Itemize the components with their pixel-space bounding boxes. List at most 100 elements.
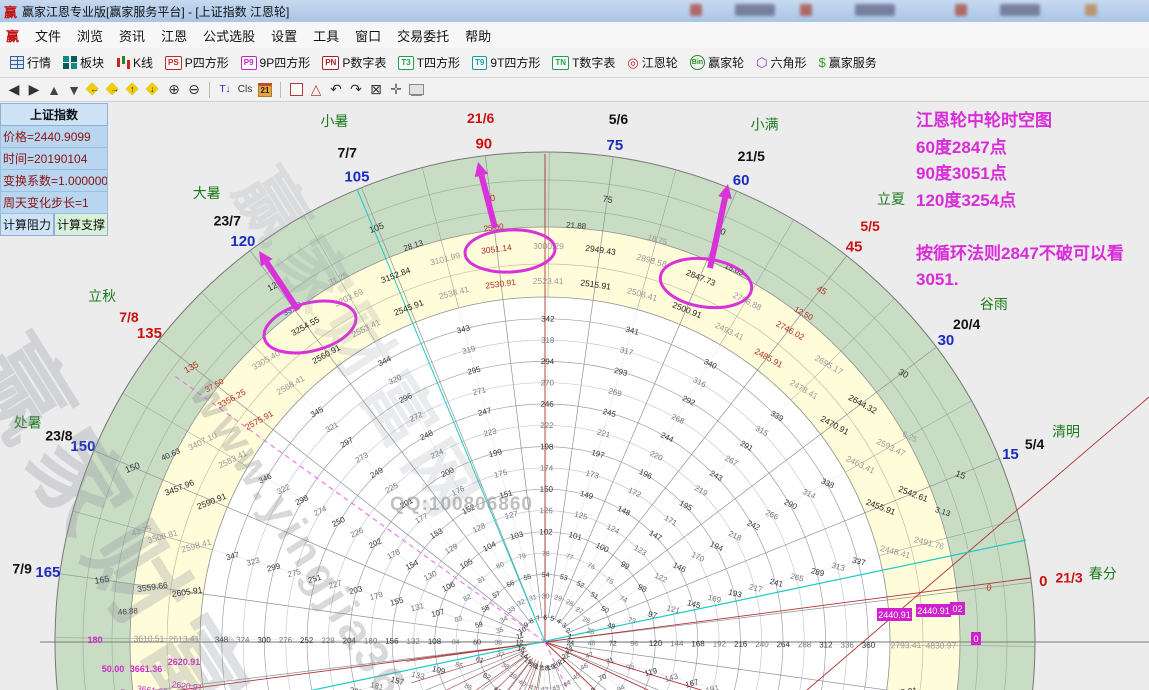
- nav-forward-button[interactable]: ▶: [26, 81, 42, 99]
- menu-item-8[interactable]: 交易委托: [389, 23, 457, 48]
- toolbar-button-赢家轮[interactable]: Bin赢家轮: [684, 50, 750, 75]
- cls-button[interactable]: Cls: [237, 81, 253, 99]
- toolbar-button-行情[interactable]: 行情: [4, 50, 57, 75]
- svg-text:4830.97: 4830.97: [926, 640, 957, 650]
- 六角形-icon: ⬡: [756, 56, 767, 69]
- pan-up-button[interactable]: ◆↑: [126, 82, 142, 98]
- titlebar-artifact: [800, 4, 812, 16]
- svg-text:3610.51: 3610.51: [134, 633, 165, 643]
- svg-text:150: 150: [70, 438, 95, 455]
- menu-item-5[interactable]: 设置: [263, 23, 305, 48]
- svg-text:30: 30: [541, 593, 549, 600]
- toolbar-button-T四方形[interactable]: T3 T四方形: [392, 50, 466, 75]
- delete-box-button[interactable]: ⊠: [368, 81, 384, 99]
- gann-wheel-chart-area[interactable]: 1234567891011121314151617181920212223242…: [0, 102, 1149, 690]
- svg-text:5/5: 5/5: [860, 218, 880, 234]
- svg-text:54: 54: [542, 572, 550, 579]
- PS-badge-icon: PS: [165, 56, 182, 70]
- svg-text:276: 276: [279, 636, 293, 645]
- svg-text:135: 135: [137, 325, 162, 342]
- menu-item-6[interactable]: 工具: [305, 23, 347, 48]
- toolbar-button-板块[interactable]: 板块: [57, 50, 110, 75]
- instrument-info-panel: 上证指数 价格=2440.9099时间=20190104变换系数=1.00000…: [0, 103, 108, 236]
- toolbar-button-赢家服务[interactable]: $赢家服务: [812, 50, 882, 75]
- panel-row-0: 价格=2440.9099: [0, 126, 108, 148]
- nav-up-button[interactable]: ▲: [46, 81, 62, 99]
- note-line: 3051.: [916, 267, 1146, 294]
- rect-tool-button[interactable]: [288, 81, 304, 99]
- svg-text:180: 180: [87, 635, 102, 645]
- titlebar-artifact: [855, 4, 895, 16]
- menu-item-1[interactable]: 浏览: [69, 23, 111, 48]
- 计算支撑-button[interactable]: 计算支撑: [54, 214, 108, 236]
- svg-text:60: 60: [733, 172, 750, 189]
- svg-text:168: 168: [691, 639, 705, 648]
- instrument-name: 上证指数: [0, 103, 108, 126]
- T3-badge-icon: T3: [398, 56, 413, 70]
- toolbar-label: T四方形: [417, 54, 460, 71]
- menu-item-4[interactable]: 公式选股: [195, 23, 263, 48]
- svg-text:6: 6: [543, 615, 547, 622]
- svg-text:342: 342: [541, 314, 555, 323]
- PN-badge-icon: PN: [322, 56, 339, 70]
- svg-text:41: 41: [528, 684, 537, 690]
- svg-text:42: 42: [541, 687, 549, 690]
- toolbar-button-六角形[interactable]: ⬡六角形: [750, 50, 812, 75]
- zoom-in-button[interactable]: ⊕: [166, 81, 182, 99]
- application-window: { "window": {"logo": "赢", "title": "赢家江恩…: [0, 0, 1149, 690]
- toolbar-button-P数字表[interactable]: PNP数字表: [316, 50, 392, 75]
- menu-item-9[interactable]: 帮助: [457, 23, 499, 48]
- pan-right-button[interactable]: ◆→: [106, 82, 122, 98]
- svg-text:21/5: 21/5: [738, 148, 765, 164]
- toolbar-label: P数字表: [342, 54, 386, 71]
- svg-text:246: 246: [540, 400, 554, 409]
- svg-text:240: 240: [755, 640, 769, 649]
- toolbar-separator: [280, 82, 281, 98]
- toolbar-label: T数字表: [572, 54, 615, 71]
- menu-item-3[interactable]: 江恩: [153, 23, 195, 48]
- TN-badge-icon: TN: [552, 56, 569, 70]
- svg-text:90: 90: [475, 136, 492, 153]
- svg-text:春分: 春分: [1089, 566, 1117, 582]
- 计算阻力-button[interactable]: 计算阻力: [0, 214, 54, 236]
- svg-text:174: 174: [540, 464, 554, 473]
- toolbar-button-T数字表[interactable]: TNT数字表: [546, 50, 621, 75]
- svg-text:252: 252: [300, 636, 314, 645]
- nav-back-button[interactable]: ◀: [6, 81, 22, 99]
- toolbar-button-P四方形[interactable]: PSP四方形: [159, 50, 235, 75]
- analyst-note: 江恩轮中轮时空图60度2847点90度3051点120度3254点 按循环法则2…: [916, 108, 1146, 294]
- svg-text:0: 0: [973, 634, 978, 644]
- svg-text:132: 132: [406, 637, 420, 646]
- rotate-ccw-button[interactable]: ↶: [328, 81, 344, 99]
- toolbar-label: 江恩轮: [642, 54, 678, 71]
- pan-down-button[interactable]: ◆↓: [146, 82, 162, 98]
- svg-text:46.88: 46.88: [118, 606, 139, 617]
- nav-down-button[interactable]: ▼: [66, 81, 82, 99]
- svg-text:3661.36: 3661.36: [130, 664, 163, 674]
- triangle-tool-button[interactable]: △: [308, 81, 324, 99]
- pan-left-button[interactable]: ◆←: [86, 82, 102, 98]
- svg-text:300: 300: [257, 635, 271, 644]
- rotate-cw-button[interactable]: ↷: [348, 81, 364, 99]
- svg-text:96: 96: [630, 641, 638, 648]
- presentation-button[interactable]: [408, 81, 424, 99]
- menu-item-2[interactable]: 资讯: [111, 23, 153, 48]
- toolbar-label: 9P四方形: [260, 54, 311, 71]
- toolbar-label: 9T四方形: [490, 54, 540, 71]
- center-cross-button[interactable]: ✛: [388, 81, 404, 99]
- svg-text:75: 75: [602, 194, 613, 205]
- 江恩轮-icon: ◎: [627, 56, 638, 69]
- toolbar-button-江恩轮[interactable]: ◎ 江恩轮: [621, 50, 683, 75]
- svg-text:216: 216: [734, 640, 748, 649]
- toolbar-button-9P四方形[interactable]: P99P四方形: [235, 50, 316, 75]
- toolbar-button-K线[interactable]: K线: [110, 50, 159, 75]
- t-down-button[interactable]: T↓: [217, 81, 233, 99]
- toolbar-button-9T四方形[interactable]: T99T四方形: [466, 50, 546, 75]
- svg-text:75: 75: [607, 137, 624, 154]
- note-line: 90度3051点: [916, 161, 1146, 188]
- menu-item-0[interactable]: 文件: [27, 23, 69, 48]
- panel-row-3: 周天变化步长=1: [0, 192, 108, 214]
- zoom-out-button[interactable]: ⊖: [186, 81, 202, 99]
- menu-item-7[interactable]: 窗口: [347, 23, 389, 48]
- calendar-button[interactable]: 21: [257, 81, 273, 99]
